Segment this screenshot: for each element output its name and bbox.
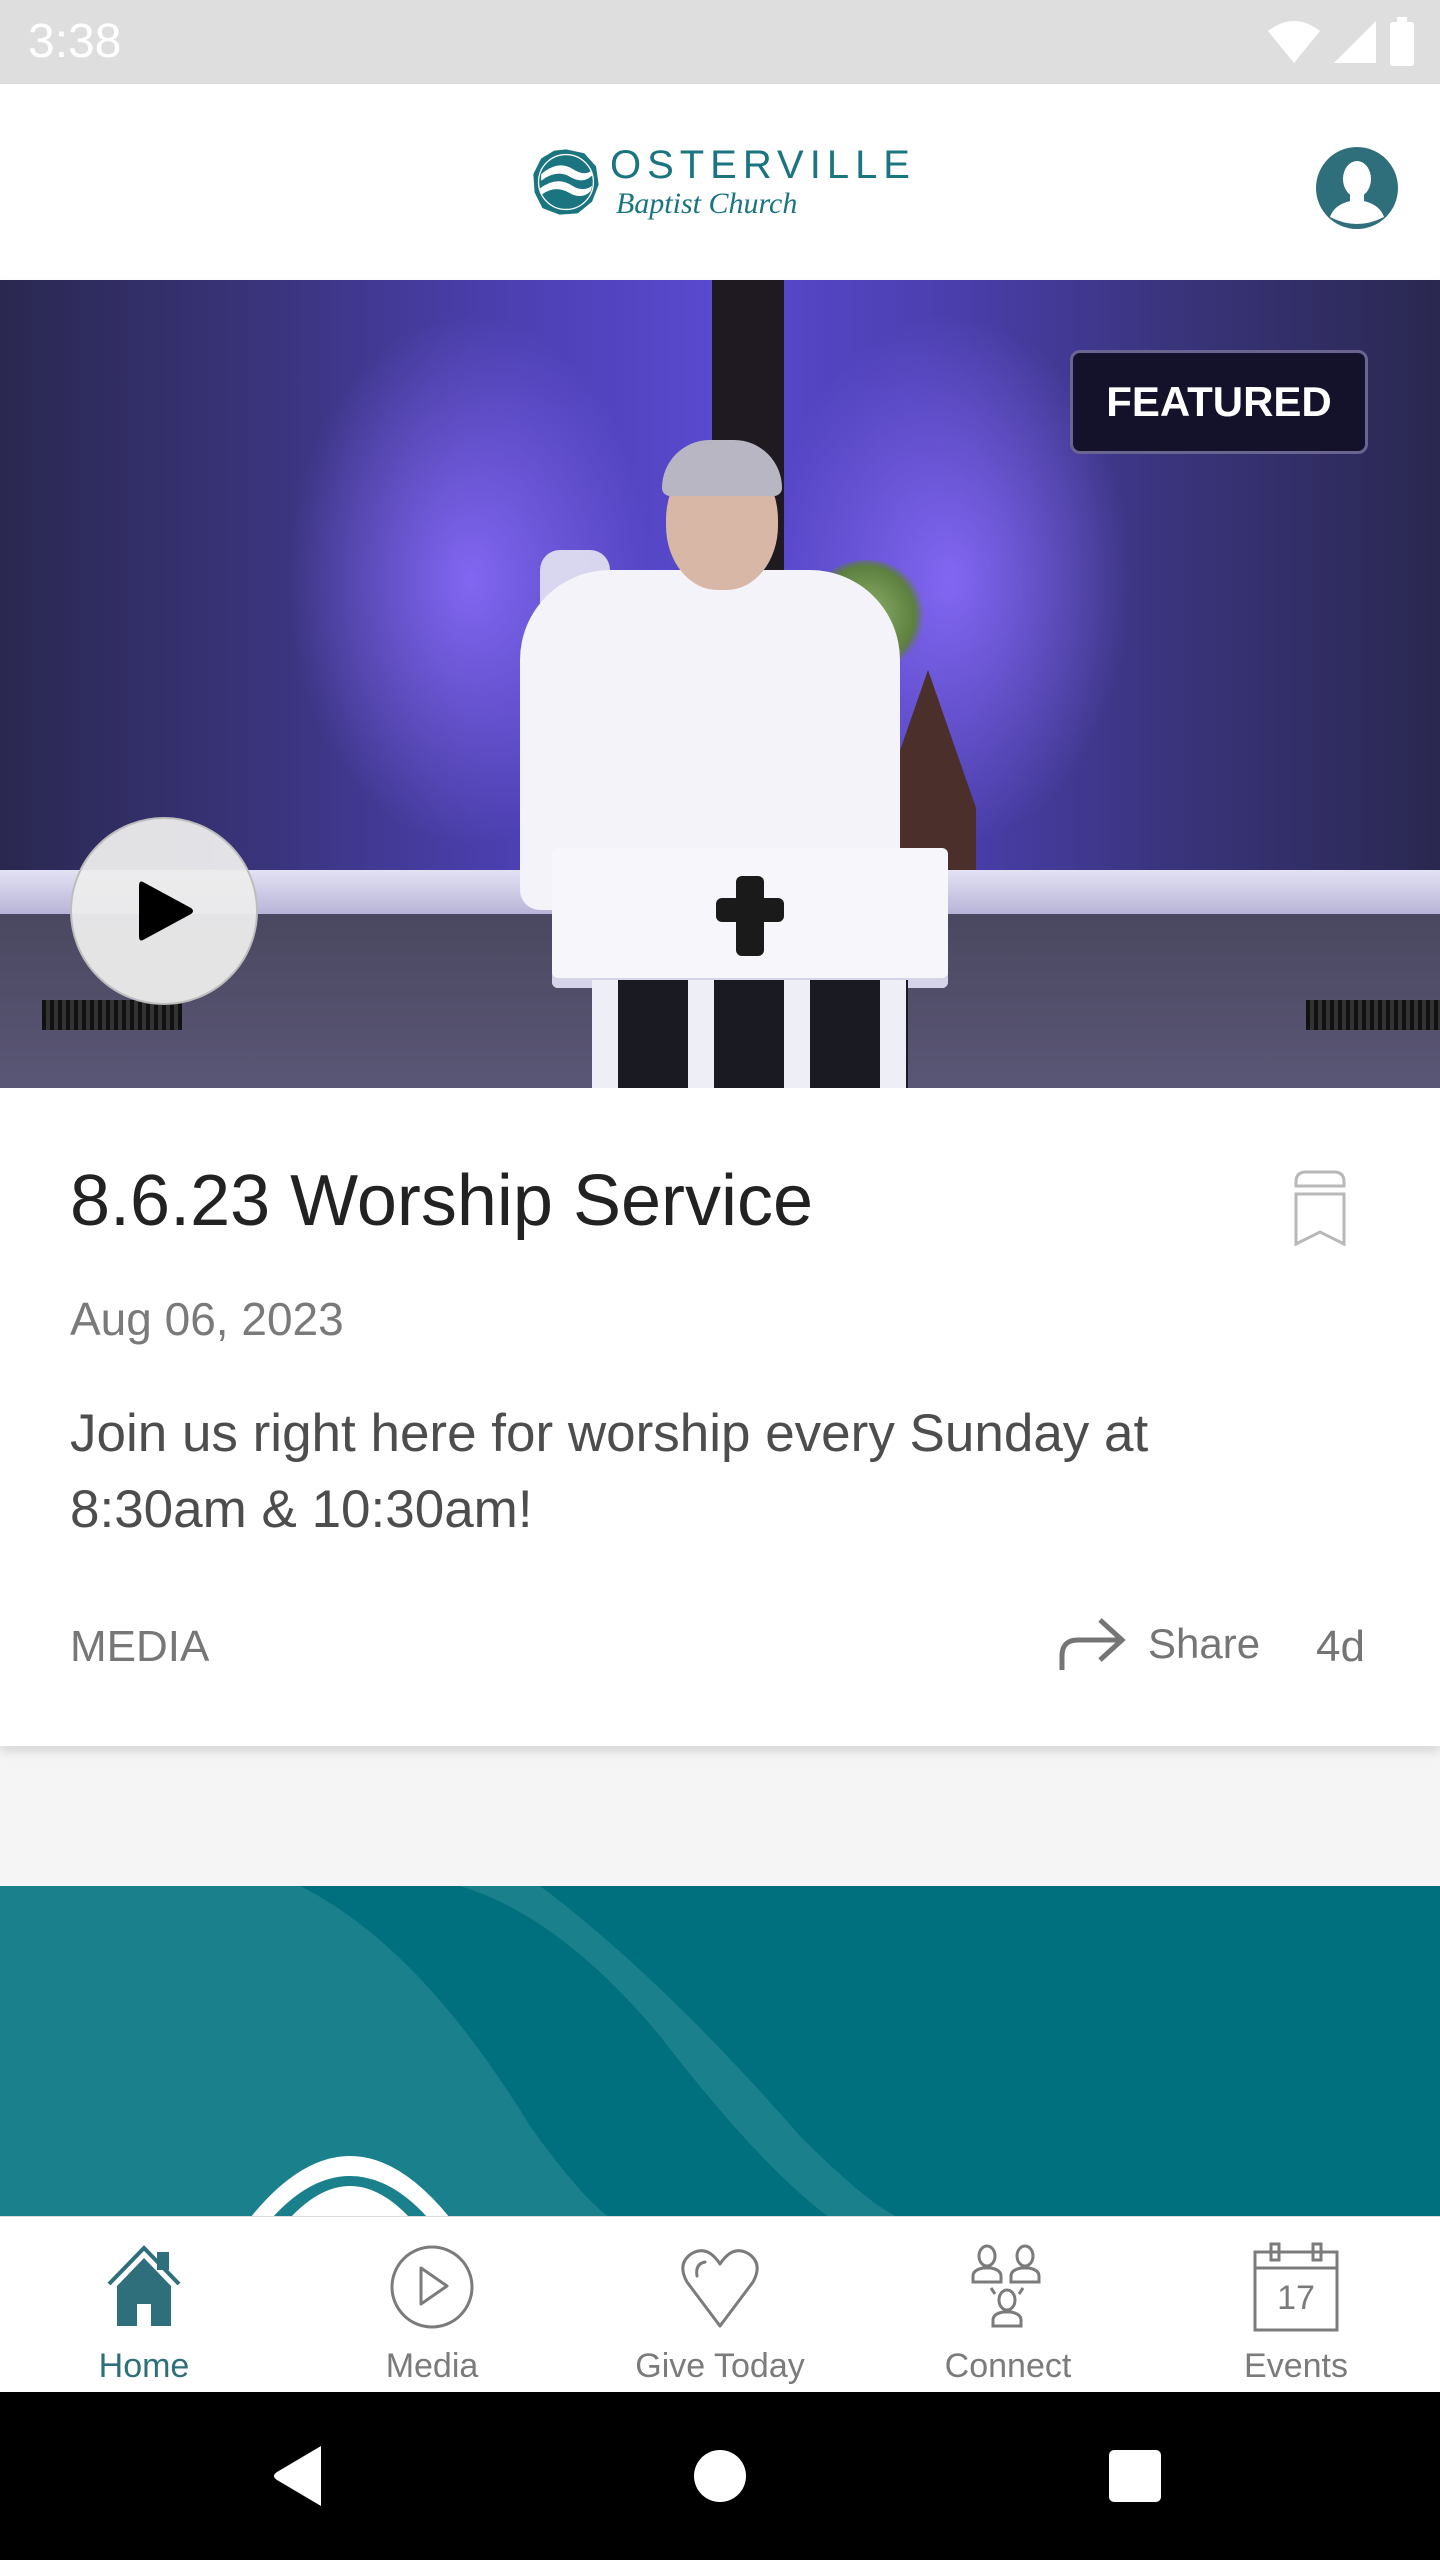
thumbnail-lectern-legs: [592, 980, 908, 1088]
play-circle-icon: [390, 2245, 474, 2329]
media-age: 4d: [1316, 1622, 1365, 1671]
nav-label: Events: [1244, 2347, 1348, 2385]
nav-label: Home: [98, 2347, 190, 2385]
system-home-button[interactable]: [684, 2440, 756, 2512]
nav-item-media[interactable]: Media: [288, 2217, 576, 2392]
video-thumbnail[interactable]: FEATURED: [0, 280, 1440, 1088]
app-header: OSTERVILLE Baptist Church: [0, 84, 1440, 280]
banner-wave-graphic: [0, 1886, 1440, 2218]
logo-title: OSTERVILLE: [609, 143, 916, 187]
bookmark-icon[interactable]: [1288, 1168, 1352, 1248]
profile-button[interactable]: [1316, 147, 1398, 229]
home-circle-icon: [694, 2450, 746, 2502]
user-profile-icon: [1330, 161, 1384, 224]
media-title[interactable]: 8.6.23 Worship Service: [70, 1160, 813, 1242]
status-time: 3:38: [28, 15, 122, 68]
battery-icon: [1390, 17, 1414, 66]
share-icon: [1059, 1618, 1126, 1670]
signal-icon: [1334, 21, 1376, 63]
featured-media-card[interactable]: FEATURED 8.6.23 Worship Service Aug 06, …: [0, 280, 1440, 1746]
recents-icon: [1109, 2450, 1161, 2502]
secondary-banner[interactable]: [0, 1886, 1440, 2218]
church-logo[interactable]: OSTERVILLE Baptist Church: [532, 130, 916, 234]
nav-label: Connect: [944, 2347, 1072, 2385]
system-back-button[interactable]: [263, 2440, 335, 2512]
nav-item-events[interactable]: 17 Events: [1152, 2217, 1440, 2392]
system-nav-bar: [0, 2392, 1440, 2560]
share-button[interactable]: Share: [1058, 1608, 1260, 1680]
status-bar: 3:38: [0, 0, 1440, 84]
logo-text: OSTERVILLE Baptist Church: [610, 143, 916, 221]
media-category: MEDIA: [70, 1622, 210, 1671]
system-recents-button[interactable]: [1099, 2440, 1171, 2512]
play-icon: [139, 881, 193, 941]
nav-item-connect[interactable]: Connect: [864, 2217, 1152, 2392]
thumbnail-lectern-cross: [716, 898, 784, 922]
back-icon: [274, 2446, 321, 2506]
logo-subtitle: Baptist Church: [615, 187, 798, 220]
thumbnail-vent: [1306, 1000, 1440, 1030]
nav-item-give-today[interactable]: Give Today: [576, 2217, 864, 2392]
app-screen: 3:38 OSTERVILLE Baptist Church FEATURED …: [0, 0, 1440, 2560]
play-button[interactable]: [70, 817, 258, 1005]
wifi-icon: [1268, 21, 1320, 63]
logo-wave-icon: [533, 149, 599, 215]
nav-label: Give Today: [635, 2347, 805, 2385]
people-icon: [971, 2244, 1041, 2328]
status-icons: [1266, 17, 1416, 66]
home-icon: [107, 2245, 181, 2326]
bottom-nav: Home Media Give Today Connect 17 Events: [0, 2216, 1440, 2392]
nav-item-home[interactable]: Home: [0, 2217, 288, 2392]
featured-badge: FEATURED: [1070, 350, 1368, 454]
media-description: Join us right here for worship every Sun…: [70, 1404, 1149, 1539]
nav-label: Media: [385, 2347, 479, 2385]
calendar-day: 17: [1277, 2279, 1315, 2317]
heart-icon: [681, 2249, 759, 2328]
share-label: Share: [1148, 1620, 1261, 1667]
media-date: Aug 06, 2023: [70, 1293, 344, 1345]
